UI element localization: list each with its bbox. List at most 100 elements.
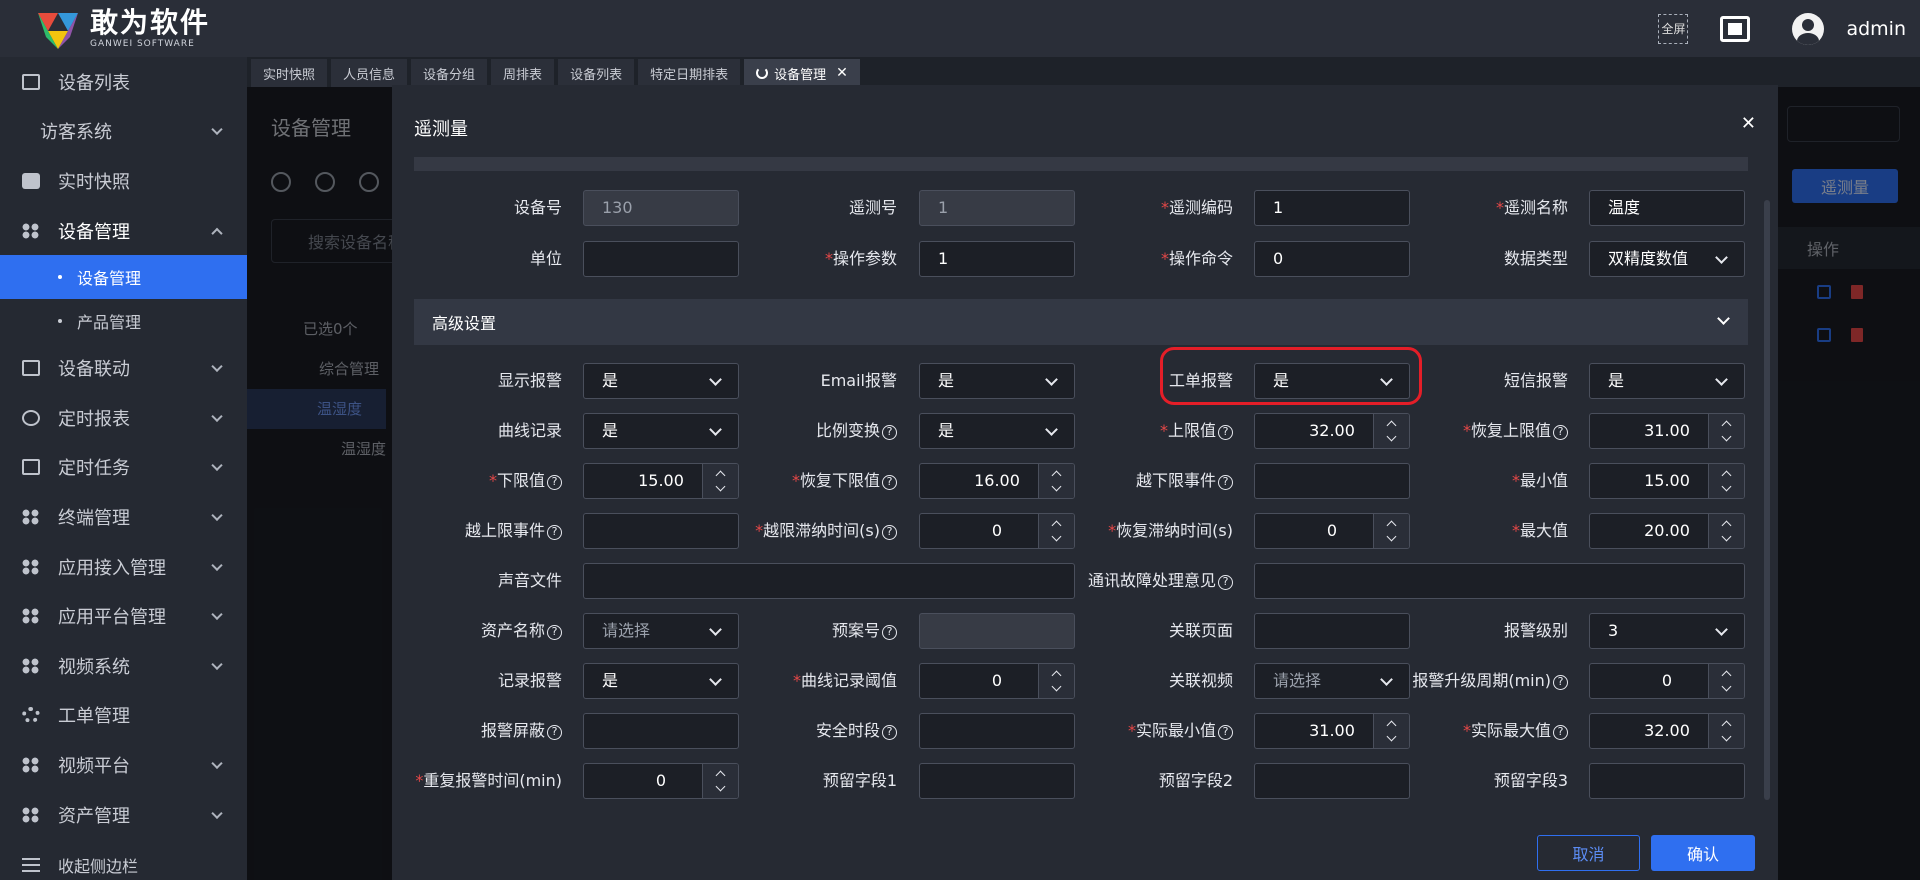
sms-alarm-select[interactable]: 是 (1589, 363, 1745, 399)
reserve-field-3[interactable] (1589, 763, 1745, 799)
help-icon[interactable]: ? (1218, 475, 1233, 490)
min-value-stepper[interactable]: 15.00 (1589, 463, 1745, 499)
comm-fault-advice-field[interactable] (1254, 563, 1745, 599)
help-icon[interactable]: ? (1218, 575, 1233, 590)
actual-max-stepper[interactable]: 32.00 (1589, 713, 1745, 749)
stepper-arrows-icon[interactable] (702, 764, 738, 798)
help-icon[interactable]: ? (882, 525, 897, 540)
sidebar-item-device-list[interactable]: 设备列表 (0, 57, 247, 107)
help-icon[interactable]: ? (1553, 675, 1568, 690)
above-limit-event-field[interactable] (583, 513, 739, 549)
asset-name-select[interactable]: 请选择 (583, 613, 739, 649)
help-icon[interactable]: ? (547, 625, 562, 640)
stepper-arrows-icon[interactable] (1038, 464, 1074, 498)
user-avatar[interactable] (1792, 12, 1825, 45)
restore-delay-stepper[interactable]: 0 (1254, 513, 1410, 549)
tab-device-mgmt[interactable]: 设备管理 ✕ (744, 59, 860, 87)
data-type-select[interactable]: 双精度数值 (1589, 241, 1745, 277)
sidebar-item-video-platform[interactable]: 视频平台 (0, 740, 247, 790)
help-icon[interactable]: ? (1553, 425, 1568, 440)
stepper-arrows-icon[interactable] (1708, 464, 1744, 498)
dialog-scrollbar[interactable] (1764, 200, 1770, 800)
help-icon[interactable]: ? (547, 475, 562, 490)
email-alarm-select[interactable]: 是 (919, 363, 1075, 399)
upper-limit-stepper[interactable]: 32.00 (1254, 413, 1410, 449)
actual-min-stepper[interactable]: 31.00 (1254, 713, 1410, 749)
sound-file-field[interactable] (583, 563, 1075, 599)
reserve-field-2[interactable] (1254, 763, 1410, 799)
tab-weekly[interactable]: 周排表 (491, 59, 555, 87)
curve-record-select[interactable]: 是 (583, 413, 739, 449)
below-limit-event-field[interactable] (1254, 463, 1410, 499)
close-icon[interactable]: ✕ (1741, 113, 1756, 134)
tab-person[interactable]: 人员信息 (331, 59, 408, 87)
stepper-arrows-icon[interactable] (1708, 714, 1744, 748)
stepper-arrows-icon[interactable] (1038, 514, 1074, 548)
telemetry-name-field[interactable]: 温度 (1589, 190, 1745, 226)
safe-period-field[interactable] (919, 713, 1075, 749)
max-value-stepper[interactable]: 20.00 (1589, 513, 1745, 549)
repeat-alarm-stepper[interactable]: 0 (583, 763, 739, 799)
stepper-arrows-icon[interactable] (1708, 414, 1744, 448)
tab-device-list[interactable]: 设备列表 (558, 59, 635, 87)
fullscreen-icon[interactable] (1720, 15, 1751, 42)
help-icon[interactable]: ? (1218, 725, 1233, 740)
alarm-mask-field[interactable] (583, 713, 739, 749)
stepper-arrows-icon[interactable] (1708, 514, 1744, 548)
help-icon[interactable]: ? (547, 725, 562, 740)
stepper-arrows-icon[interactable] (1708, 664, 1744, 698)
sidebar-item-terminal[interactable]: 终端管理 (0, 492, 247, 542)
refresh-icon[interactable] (756, 67, 769, 79)
telemetry-number-field[interactable]: 1 (919, 190, 1075, 226)
unit-field[interactable] (583, 241, 739, 277)
help-icon[interactable]: ? (882, 625, 897, 640)
stepper-arrows-icon[interactable] (702, 464, 738, 498)
operation-command-field[interactable]: 0 (1254, 241, 1410, 277)
sidebar-subitem-device-mgmt[interactable]: 设备管理 (0, 255, 247, 300)
help-icon[interactable]: ? (1553, 725, 1568, 740)
help-icon[interactable]: ? (882, 725, 897, 740)
fullscreen-text-button[interactable]: 全屏 (1658, 13, 1689, 44)
close-icon[interactable]: ✕ (836, 65, 848, 81)
sidebar-item-device-mgmt[interactable]: 设备管理 (0, 206, 247, 256)
sidebar-item-task[interactable]: 定时任务 (0, 443, 247, 493)
stepper-arrows-icon[interactable] (1373, 714, 1409, 748)
telemetry-code-field[interactable]: 1 (1254, 190, 1410, 226)
sidebar-item-linkage[interactable]: 设备联动 (0, 343, 247, 393)
confirm-button[interactable]: 确认 (1651, 835, 1755, 871)
stepper-arrows-icon[interactable] (1373, 414, 1409, 448)
operation-param-field[interactable]: 1 (919, 241, 1075, 277)
username[interactable]: admin (1846, 18, 1906, 40)
tab-special-date[interactable]: 特定日期排表 (638, 59, 741, 87)
sidebar-subitem-product-mgmt[interactable]: 产品管理 (0, 299, 247, 343)
record-alarm-select[interactable]: 是 (583, 663, 739, 699)
restore-upper-stepper[interactable]: 31.00 (1589, 413, 1745, 449)
reserve-field-1[interactable] (919, 763, 1075, 799)
tab-device-group[interactable]: 设备分组 (411, 59, 488, 87)
plan-number-field[interactable] (919, 613, 1075, 649)
related-page-field[interactable] (1254, 613, 1410, 649)
device-number-field[interactable]: 130 (583, 190, 739, 226)
cancel-button[interactable]: 取消 (1537, 835, 1640, 871)
sidebar-item-visitor[interactable]: 访客系统 (0, 107, 247, 157)
help-icon[interactable]: ? (882, 425, 897, 440)
advanced-settings-header[interactable]: 高级设置 (414, 299, 1748, 345)
help-icon[interactable]: ? (882, 475, 897, 490)
sidebar-item-asset[interactable]: 资产管理 (0, 790, 247, 840)
stepper-arrows-icon[interactable] (1373, 514, 1409, 548)
sidebar-item-ticket[interactable]: 工单管理 (0, 691, 247, 741)
tab-snapshot[interactable]: 实时快照 (251, 59, 328, 87)
lower-limit-stepper[interactable]: 15.00 (583, 463, 739, 499)
curve-threshold-stepper[interactable]: 0 (919, 663, 1075, 699)
limit-delay-stepper[interactable]: 0 (919, 513, 1075, 549)
help-icon[interactable]: ? (1218, 425, 1233, 440)
restore-lower-stepper[interactable]: 16.00 (919, 463, 1075, 499)
sidebar-item-app-access[interactable]: 应用接入管理 (0, 542, 247, 592)
related-video-select[interactable]: 请选择 (1254, 663, 1410, 699)
stepper-arrows-icon[interactable] (1038, 664, 1074, 698)
sidebar-item-snapshot[interactable]: 实时快照 (0, 156, 247, 206)
sidebar-item-app-platform[interactable]: 应用平台管理 (0, 591, 247, 641)
sidebar-item-video-system[interactable]: 视频系统 (0, 641, 247, 691)
ratio-transform-select[interactable]: 是 (919, 413, 1075, 449)
show-alarm-select[interactable]: 是 (583, 363, 739, 399)
